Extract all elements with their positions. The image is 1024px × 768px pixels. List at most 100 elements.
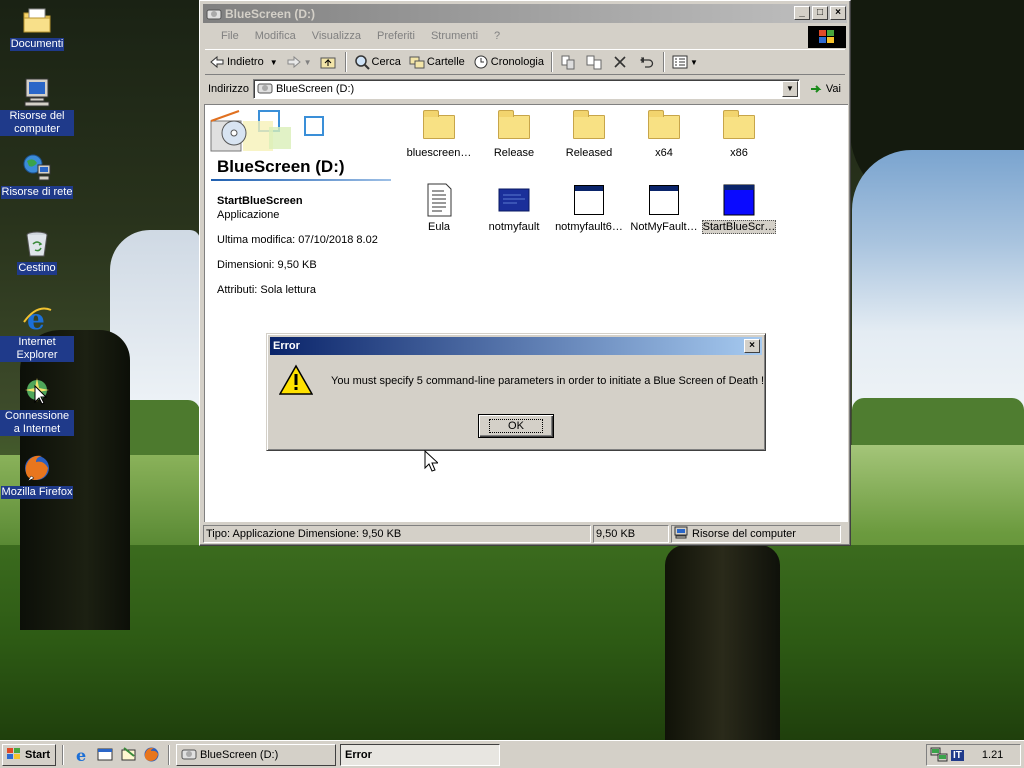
selected-item-size: Dimensioni: 9,50 KB <box>217 259 317 271</box>
move-to-icon <box>560 54 576 70</box>
file-item[interactable]: notmyfault6… <box>551 183 627 233</box>
task-button-explorer[interactable]: BlueScreen (D:) <box>176 744 336 766</box>
dialog-close-button[interactable]: × <box>744 339 760 353</box>
menu-preferiti[interactable]: Preferiti <box>369 30 423 42</box>
back-button[interactable]: Indietro ▼ <box>205 51 282 73</box>
address-value: BlueScreen (D:) <box>275 83 355 95</box>
warning-icon <box>278 364 314 399</box>
file-item[interactable]: Released <box>551 109 627 159</box>
wallpaper-lawn <box>0 545 1024 740</box>
address-label: Indirizzo <box>208 83 249 95</box>
desktop-icon-internet-connection[interactable]: Connessione a Internet <box>0 376 74 436</box>
undo-button[interactable] <box>634 51 660 73</box>
folder-icon <box>572 109 606 143</box>
language-indicator[interactable]: IT <box>951 749 964 761</box>
desktop-icon-recycle-bin[interactable]: Cestino <box>0 228 74 275</box>
copy-to-button[interactable] <box>582 51 608 73</box>
file-item[interactable]: x86 <box>701 109 777 159</box>
menu-file[interactable]: File <box>205 30 247 42</box>
task-button-error[interactable]: Error <box>340 744 500 766</box>
file-item[interactable]: NotMyFault… <box>626 183 702 233</box>
file-item[interactable]: Eula <box>401 183 477 233</box>
folder-icon <box>647 109 681 143</box>
windows-logo-icon <box>6 747 22 764</box>
chevron-down-icon[interactable]: ▼ <box>690 58 698 67</box>
menu-modifica[interactable]: Modifica <box>247 30 304 42</box>
desktop-icon-my-computer[interactable]: Risorse del computer <box>0 76 74 136</box>
chevron-down-icon[interactable]: ▼ <box>304 58 312 67</box>
my-computer-icon <box>674 526 688 542</box>
quicklaunch-show-desktop-icon[interactable] <box>97 746 114 763</box>
undo-icon <box>638 54 654 70</box>
desktop-icon-internet-explorer[interactable]: e Internet Explorer <box>0 302 74 362</box>
network-status-icon[interactable] <box>930 746 948 765</box>
folder-content: BlueScreen (D:) StartBlueScreen Applicaz… <box>204 104 848 522</box>
address-bar: Indirizzo BlueScreen (D:) ▼ Vai <box>205 77 845 101</box>
dialog-titlebar[interactable]: Error × <box>270 337 762 355</box>
folder-documents-icon <box>21 4 53 36</box>
history-button[interactable]: Cronologia <box>469 51 548 73</box>
status-type: Tipo: Applicazione Dimensione: 9,50 KB <box>203 525 591 543</box>
taskbar-separator <box>62 745 64 765</box>
selected-item-attributes: Attributi: Sola lettura <box>217 284 317 296</box>
desktop-icon-firefox[interactable]: Mozilla Firefox <box>0 452 74 499</box>
file-item-selected[interactable]: StartBlueScr… <box>701 183 777 234</box>
folder-banner-graphic <box>209 109 324 155</box>
up-folder-button[interactable] <box>316 51 342 73</box>
history-icon <box>473 54 489 70</box>
desktop-icon-network[interactable]: Risorse di rete <box>0 152 74 199</box>
delete-button[interactable] <box>608 51 634 73</box>
folders-button[interactable]: Cartelle <box>405 51 469 73</box>
standard-toolbar: Indietro ▼ ▼ Cerca Cartelle Cronologia ▼ <box>205 49 845 75</box>
move-to-button[interactable] <box>556 51 582 73</box>
file-item[interactable]: bluescreen… <box>401 109 477 159</box>
menu-strumenti[interactable]: Strumenti <box>423 30 486 42</box>
forward-arrow-icon <box>286 54 302 70</box>
ok-button[interactable]: OK <box>478 414 554 438</box>
desktop-icon-documenti[interactable]: Documenti <box>0 4 74 51</box>
close-button[interactable]: × <box>830 6 846 20</box>
copy-to-icon <box>586 54 602 70</box>
file-item[interactable]: Release <box>476 109 552 159</box>
search-button[interactable]: Cerca <box>350 51 405 73</box>
wallpaper-sky <box>852 150 1024 410</box>
toolbar-separator <box>663 52 665 72</box>
maximize-button[interactable]: □ <box>812 6 828 20</box>
folder-icon <box>722 109 756 143</box>
file-item[interactable]: x64 <box>626 109 702 159</box>
minimize-button[interactable]: _ <box>794 6 810 20</box>
taskbar-separator <box>168 745 170 765</box>
windows-logo-icon <box>808 26 846 48</box>
drive-icon <box>257 81 273 98</box>
address-input[interactable]: BlueScreen (D:) ▼ <box>252 79 800 99</box>
selected-item-name: StartBlueScreen <box>217 195 303 207</box>
quicklaunch-firefox-icon[interactable] <box>143 746 160 763</box>
recycle-bin-icon <box>21 228 53 260</box>
quicklaunch-outlook-icon[interactable] <box>120 746 137 763</box>
selected-item-type: Applicazione <box>217 209 280 221</box>
application-icon <box>647 183 681 217</box>
window-titlebar[interactable]: BlueScreen (D:) _ □ × <box>203 4 847 23</box>
wallpaper-trees <box>852 398 1024 448</box>
start-button[interactable]: Start <box>2 744 56 766</box>
views-button[interactable]: ▼ <box>668 51 702 73</box>
address-dropdown-button[interactable]: ▼ <box>781 81 798 97</box>
system-tray: IT 1.21 <box>926 744 1021 766</box>
folders-icon <box>409 54 425 70</box>
search-icon <box>354 54 370 70</box>
network-icon <box>21 152 53 184</box>
folder-icon <box>422 109 456 143</box>
menu-visualizza[interactable]: Visualizza <box>304 30 369 42</box>
quicklaunch-ie-icon[interactable]: e <box>74 746 91 765</box>
bluescreen-app-icon <box>497 183 531 217</box>
views-icon <box>672 54 688 70</box>
go-button[interactable]: Vai <box>804 78 845 100</box>
menu-help[interactable]: ? <box>486 30 508 42</box>
status-bar: Tipo: Applicazione Dimensione: 9,50 KB 9… <box>203 525 847 544</box>
chevron-down-icon[interactable]: ▼ <box>270 58 278 67</box>
clock[interactable]: 1.21 <box>982 749 1003 761</box>
application-icon <box>722 183 756 217</box>
file-item[interactable]: notmyfault <box>476 183 552 233</box>
forward-button[interactable]: ▼ <box>282 51 316 73</box>
go-arrow-icon <box>808 81 824 97</box>
